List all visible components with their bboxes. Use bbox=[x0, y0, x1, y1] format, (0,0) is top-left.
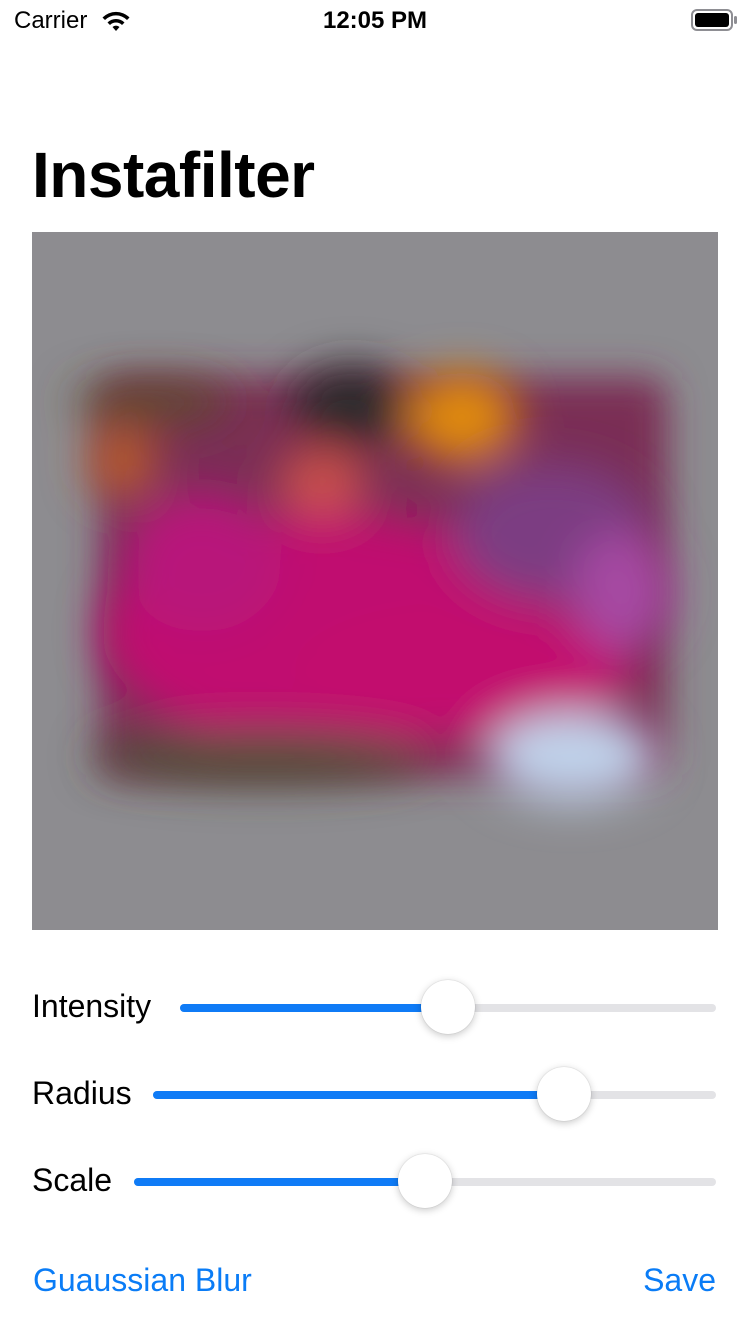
clock-label: 12:05 PM bbox=[322, 7, 428, 34]
status-bar: Carrier 12:05 PM bbox=[0, 0, 750, 42]
change-filter-button[interactable]: Guaussian Blur bbox=[33, 1262, 252, 1299]
radius-row: Radius bbox=[32, 1065, 718, 1125]
scale-label: Scale bbox=[32, 1162, 113, 1198]
intensity-slider[interactable] bbox=[180, 980, 716, 1034]
scale-slider[interactable] bbox=[134, 1154, 716, 1208]
intensity-row: Intensity bbox=[32, 978, 718, 1038]
photo-view[interactable] bbox=[32, 232, 718, 930]
intensity-slider-fill bbox=[180, 1004, 448, 1012]
page-title: Instafilter bbox=[32, 139, 315, 211]
scale-row: Scale bbox=[32, 1152, 718, 1212]
blurred-flower-photo bbox=[32, 232, 718, 930]
radius-slider-thumb[interactable] bbox=[536, 1067, 591, 1121]
scale-slider-fill bbox=[134, 1178, 425, 1186]
intensity-slider-thumb[interactable] bbox=[421, 980, 475, 1034]
radius-slider-fill bbox=[153, 1091, 564, 1099]
radius-slider[interactable] bbox=[153, 1067, 716, 1121]
save-button[interactable]: Save bbox=[643, 1262, 716, 1299]
radius-label: Radius bbox=[32, 1075, 132, 1111]
intensity-label: Intensity bbox=[32, 988, 152, 1024]
scale-slider-thumb[interactable] bbox=[398, 1154, 452, 1208]
battery-icon bbox=[691, 9, 737, 31]
